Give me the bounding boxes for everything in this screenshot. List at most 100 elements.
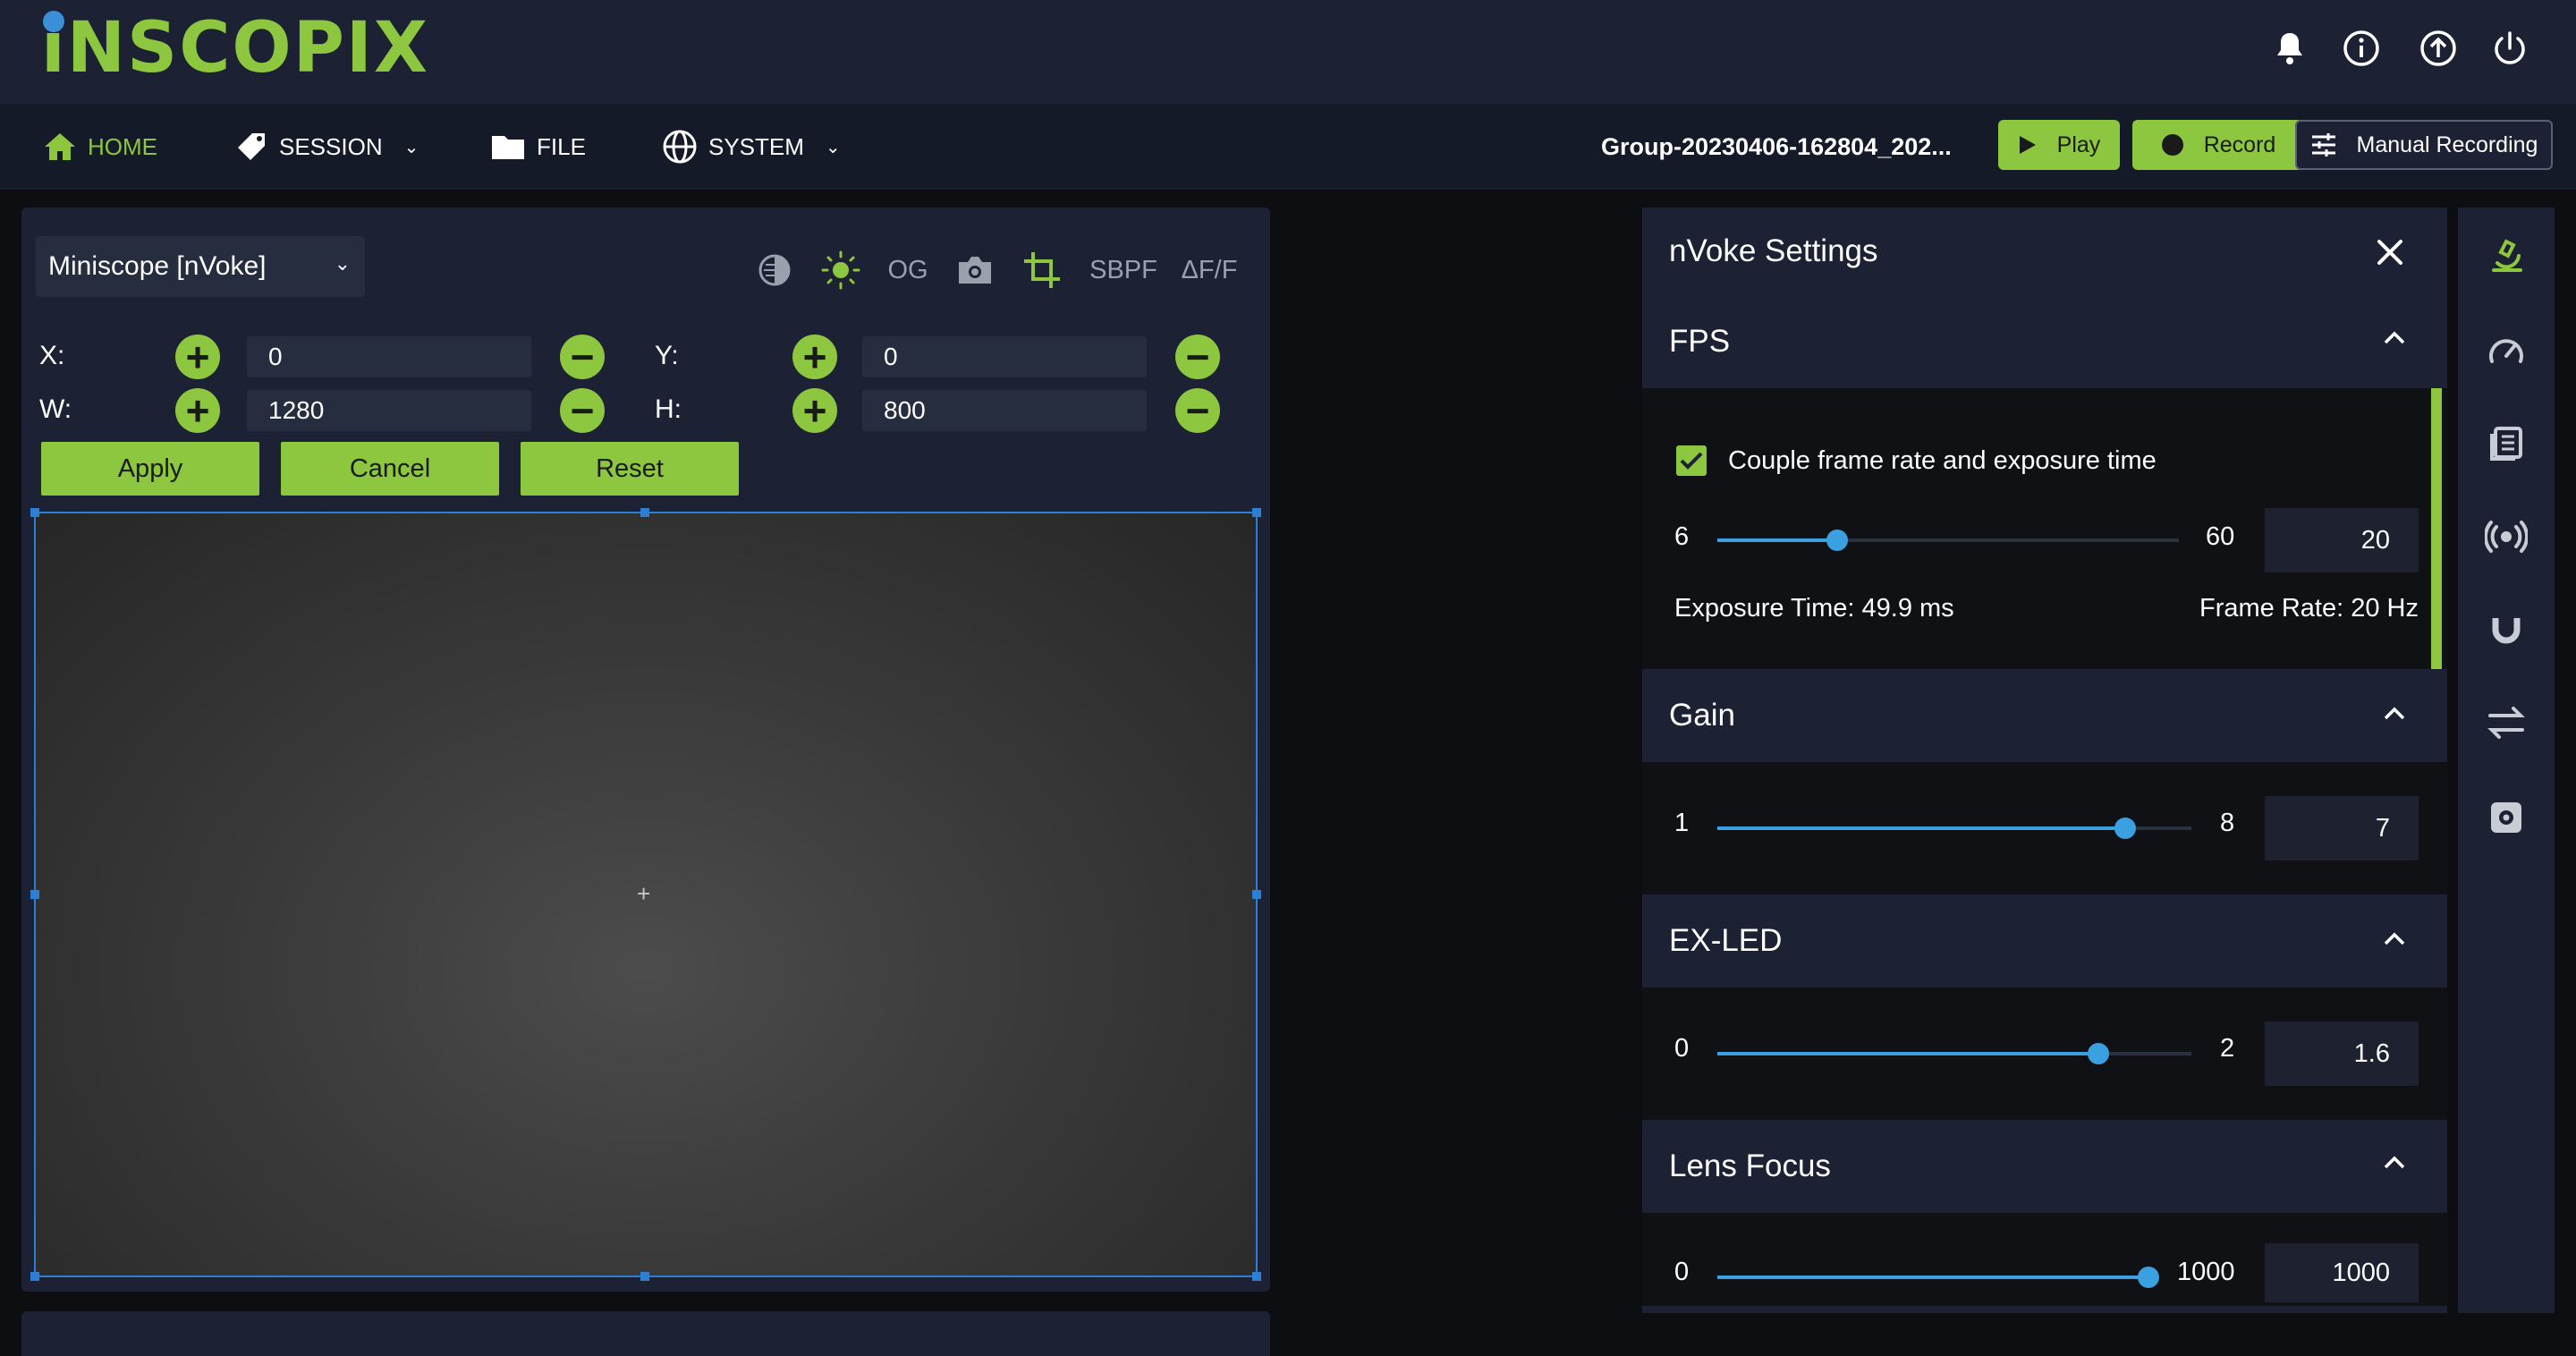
- w-increment-button[interactable]: +: [175, 388, 220, 433]
- power-icon[interactable]: [2483, 21, 2537, 75]
- sbpf-toggle[interactable]: SBPF: [1088, 247, 1159, 293]
- upload-icon[interactable]: [2411, 21, 2465, 75]
- crop-icon[interactable]: [1018, 247, 1066, 293]
- gain-section-header[interactable]: Gain: [1642, 669, 2447, 762]
- y-increment-button[interactable]: +: [792, 335, 837, 379]
- frame-rate-text: Frame Rate: 20 Hz: [2199, 594, 2419, 623]
- brightness-icon[interactable]: [816, 247, 866, 293]
- crop-handle[interactable]: [640, 1272, 649, 1281]
- record-button[interactable]: Record: [2132, 120, 2304, 170]
- chevron-down-icon: ⌄: [334, 252, 351, 275]
- crop-handle[interactable]: [30, 508, 39, 517]
- ex-led-section-title: EX-LED: [1669, 923, 1783, 958]
- fps-input[interactable]: 20: [2265, 508, 2419, 572]
- fps-section-title: FPS: [1669, 324, 1731, 359]
- lens-focus-section-header[interactable]: Lens Focus: [1642, 1120, 2447, 1213]
- fps-slider-fill: [1717, 538, 1839, 542]
- manual-recording-label: Manual Recording: [2356, 131, 2538, 157]
- lens-focus-input[interactable]: 1000: [2265, 1243, 2419, 1302]
- x-input[interactable]: 0: [247, 336, 531, 377]
- fps-slider-thumb[interactable]: [1826, 530, 1848, 551]
- couple-label: Couple frame rate and exposure time: [1728, 446, 2157, 475]
- ex-led-max-label: 2: [2220, 1034, 2235, 1063]
- lens-focus-min-label: 0: [1674, 1258, 1690, 1286]
- gain-max-label: 8: [2220, 809, 2235, 837]
- chevron-up-icon[interactable]: [2383, 932, 2406, 951]
- gauge-icon[interactable]: [2476, 320, 2537, 381]
- nav-session[interactable]: SESSION ⌄: [234, 104, 419, 190]
- camera-icon[interactable]: [952, 247, 998, 293]
- info-icon[interactable]: [2334, 21, 2388, 75]
- book-icon[interactable]: [2476, 413, 2537, 474]
- crop-handle[interactable]: [30, 890, 39, 899]
- chevron-down-icon: ⌄: [403, 137, 419, 157]
- nav-home[interactable]: HOME: [43, 104, 157, 190]
- lens-focus-slider-fill: [1717, 1275, 2148, 1279]
- gain-section-title: Gain: [1669, 698, 1735, 733]
- settings-gear-icon[interactable]: [2476, 787, 2537, 848]
- crop-handle[interactable]: [1252, 890, 1261, 899]
- x-increment-button[interactable]: +: [175, 335, 220, 379]
- nav-system-label: SYSTEM: [708, 132, 804, 160]
- dff-toggle[interactable]: ΔF/F: [1177, 247, 1241, 293]
- globe-icon: [663, 130, 697, 164]
- nav-file[interactable]: FILE: [490, 104, 586, 190]
- swap-arrows-icon[interactable]: [2476, 692, 2537, 753]
- y-label: Y:: [655, 341, 679, 370]
- chevron-up-icon[interactable]: [2383, 331, 2406, 350]
- exposure-time-text: Exposure Time: 49.9 ms: [1674, 594, 1954, 623]
- logo-dot: [43, 11, 64, 32]
- tag-icon: [238, 133, 265, 160]
- play-button[interactable]: Play: [1998, 120, 2120, 170]
- h-decrement-button[interactable]: −: [1175, 388, 1220, 433]
- crop-handle[interactable]: [640, 508, 649, 517]
- crop-handle[interactable]: [30, 1272, 39, 1281]
- w-decrement-button[interactable]: −: [560, 388, 605, 433]
- w-input[interactable]: 1280: [247, 390, 531, 431]
- fps-section-header[interactable]: FPS: [1642, 295, 2447, 388]
- checkmark-icon: [1680, 452, 1703, 470]
- lens-focus-section-title: Lens Focus: [1669, 1148, 1831, 1183]
- home-icon: [45, 133, 75, 160]
- magnet-icon[interactable]: [2476, 599, 2537, 660]
- apply-button[interactable]: Apply: [41, 442, 259, 496]
- crop-handle[interactable]: [1252, 508, 1261, 517]
- center-crosshair: +: [637, 880, 651, 907]
- ex-led-input[interactable]: 1.6: [2265, 1021, 2419, 1086]
- cancel-button[interactable]: Cancel: [281, 442, 499, 496]
- chevron-up-icon[interactable]: [2383, 707, 2406, 725]
- fps-min-label: 6: [1674, 522, 1690, 551]
- gain-input[interactable]: 7: [2265, 796, 2419, 860]
- inscopix-logo: iNSCOPIX: [41, 8, 430, 89]
- y-decrement-button[interactable]: −: [1175, 335, 1220, 379]
- manual-recording-button[interactable]: Manual Recording: [2295, 120, 2553, 170]
- x-decrement-button[interactable]: −: [560, 335, 605, 379]
- gain-slider-fill: [1717, 826, 2123, 830]
- device-select-value: Miniscope [nVoke]: [48, 251, 267, 281]
- couple-checkbox[interactable]: [1676, 445, 1707, 476]
- session-name: Group-20230406-162804_202...: [1601, 133, 1952, 160]
- nav-session-label: SESSION: [279, 132, 383, 160]
- h-input[interactable]: 800: [862, 390, 1147, 431]
- contrast-icon[interactable]: [751, 247, 798, 293]
- reset-button[interactable]: Reset: [521, 442, 739, 496]
- nav-system[interactable]: SYSTEM ⌄: [662, 104, 841, 190]
- close-icon[interactable]: [2372, 234, 2408, 270]
- ex-led-slider-thumb[interactable]: [2088, 1043, 2109, 1064]
- play-label: Play: [2056, 131, 2101, 157]
- bell-icon[interactable]: [2263, 21, 2317, 75]
- gain-slider-thumb[interactable]: [2114, 818, 2136, 839]
- microscope-icon[interactable]: [2476, 225, 2537, 286]
- device-select[interactable]: Miniscope [nVoke] ⌄: [36, 236, 365, 297]
- broadcast-icon[interactable]: [2476, 506, 2537, 567]
- play-icon: [2019, 136, 2036, 154]
- sliders-icon: [2311, 133, 2335, 157]
- h-label: H:: [655, 394, 682, 424]
- crop-handle[interactable]: [1252, 1272, 1261, 1281]
- y-input[interactable]: 0: [862, 336, 1147, 377]
- chevron-up-icon[interactable]: [2383, 1156, 2406, 1174]
- ex-led-section-header[interactable]: EX-LED: [1642, 894, 2447, 987]
- lens-focus-slider-thumb[interactable]: [2138, 1267, 2159, 1288]
- og-toggle[interactable]: OG: [886, 247, 930, 293]
- h-increment-button[interactable]: +: [792, 388, 837, 433]
